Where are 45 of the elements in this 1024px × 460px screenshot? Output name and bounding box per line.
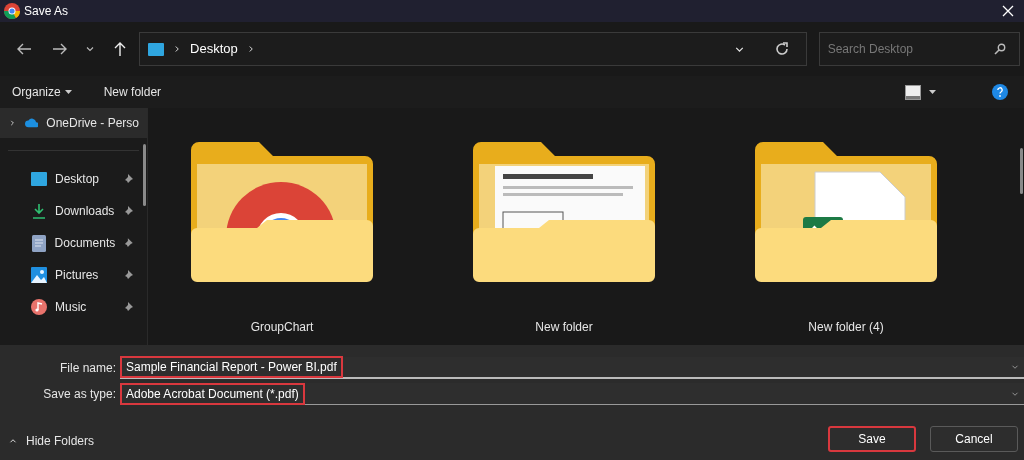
forward-arrow-icon	[51, 41, 68, 57]
folder-item[interactable]: New folder (4)	[754, 142, 938, 345]
hide-folders-button[interactable]: Hide Folders	[8, 432, 95, 450]
monitor-icon	[148, 42, 165, 56]
quick-access-item[interactable]: Music	[0, 291, 141, 323]
caret-icon	[64, 89, 72, 95]
field-label: Save as type:	[42, 386, 117, 403]
dialog-button[interactable]: Cancel	[930, 426, 1018, 452]
new-folder-button[interactable]: New folder	[103, 83, 162, 101]
folder-icon	[473, 142, 655, 282]
file-type-dropdown[interactable]: Adobe Acrobat Document (*.pdf)	[120, 383, 1024, 405]
monitor-icon	[31, 172, 47, 186]
download-icon	[31, 203, 47, 219]
back-arrow-icon	[15, 41, 32, 57]
browser-logo-icon	[4, 3, 20, 19]
window-title: Save As	[24, 3, 69, 20]
caret-icon	[929, 89, 936, 95]
quick-access-item[interactable]: Pictures	[0, 259, 141, 291]
view-pane-icon	[905, 84, 921, 100]
view-button[interactable]	[905, 84, 936, 100]
picture-icon	[31, 267, 47, 283]
tree-item[interactable]: OneDrive - Perso	[0, 108, 147, 138]
quick-access-item[interactable]: Documents	[0, 227, 141, 259]
organize-button[interactable]: Organize	[12, 83, 72, 101]
quick-access-item[interactable]: Desktop	[0, 163, 141, 195]
search-icon	[994, 43, 1006, 55]
field-label: File name:	[58, 360, 117, 377]
scrollbar-thumb	[143, 144, 146, 206]
folder-icon	[191, 142, 373, 282]
help-icon[interactable]	[992, 84, 1008, 100]
quick-access-item[interactable]: Downloads	[0, 195, 141, 227]
document-icon	[31, 234, 46, 252]
folder-item[interactable]: New folder	[472, 142, 656, 345]
music-note-icon	[31, 299, 47, 315]
search-field[interactable]: Search Desktop	[818, 32, 1020, 66]
address-bar[interactable]: Desktop	[139, 32, 807, 66]
scrollbar-thumb	[1020, 148, 1023, 194]
breadcrumb[interactable]: Desktop	[190, 39, 238, 59]
folder-item[interactable]: GroupChart	[190, 142, 374, 345]
cloud-icon	[24, 118, 39, 128]
refresh-icon[interactable]	[773, 41, 790, 57]
dialog-button[interactable]: Save	[828, 426, 916, 452]
folder-icon	[755, 142, 937, 282]
file-name-field[interactable]: Sample Financial Report - Power BI.pdf	[120, 357, 1024, 379]
close-icon	[1002, 5, 1014, 17]
